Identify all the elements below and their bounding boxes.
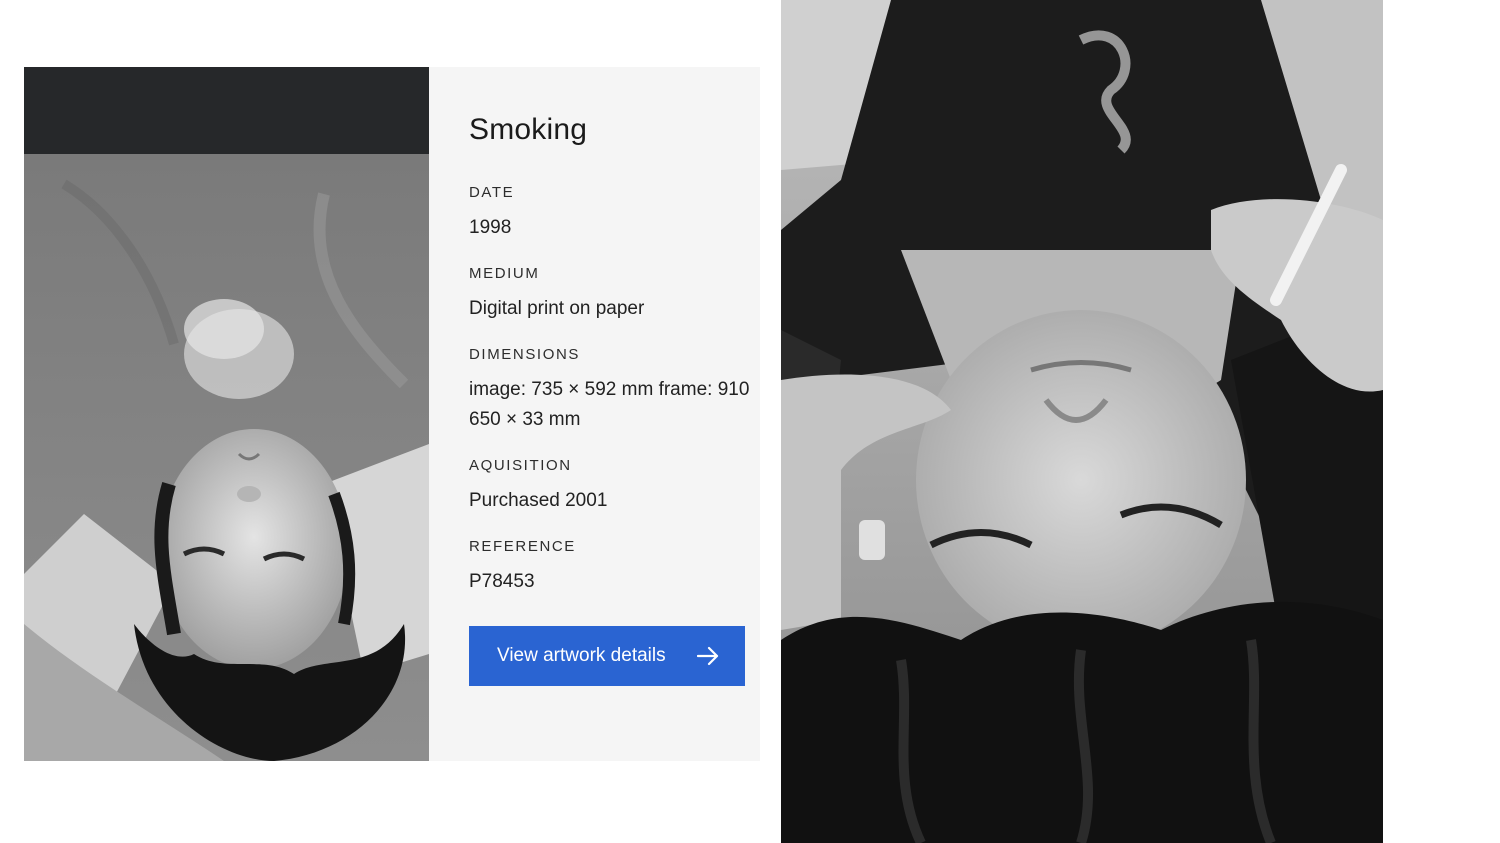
reference-value: P78453 bbox=[469, 571, 535, 592]
acquisition-label: AQUISITION bbox=[469, 457, 572, 474]
medium-value: Digital print on paper bbox=[469, 298, 645, 319]
view-artwork-details-button[interactable]: View artwork details bbox=[469, 626, 745, 686]
view-artwork-details-label: View artwork details bbox=[497, 645, 666, 666]
date-label: DATE bbox=[469, 184, 515, 201]
dimensions-value: image: 735 × 592 mm frame: 910 bbox=[469, 379, 750, 400]
dimensions-value-line2: 650 × 33 mm bbox=[469, 409, 581, 430]
detail-photo bbox=[781, 0, 1383, 843]
thumbnail-dark-header bbox=[24, 67, 429, 154]
artwork-title: Smoking bbox=[469, 113, 588, 146]
slide-canvas: Smoking DATE 1998 MEDIUM Digital print o… bbox=[0, 0, 1500, 843]
artwork-photo bbox=[24, 154, 429, 761]
arrow-right-icon bbox=[697, 646, 719, 666]
dimensions-label: DIMENSIONS bbox=[469, 346, 581, 363]
reference-label: REFERENCE bbox=[469, 538, 576, 555]
medium-label: MEDIUM bbox=[469, 265, 540, 282]
artwork-thumbnail[interactable] bbox=[24, 67, 429, 761]
artwork-info-panel: Smoking DATE 1998 MEDIUM Digital print o… bbox=[469, 67, 760, 761]
date-value: 1998 bbox=[469, 217, 512, 238]
acquisition-value: Purchased 2001 bbox=[469, 490, 608, 511]
artwork-card: Smoking DATE 1998 MEDIUM Digital print o… bbox=[24, 67, 760, 761]
